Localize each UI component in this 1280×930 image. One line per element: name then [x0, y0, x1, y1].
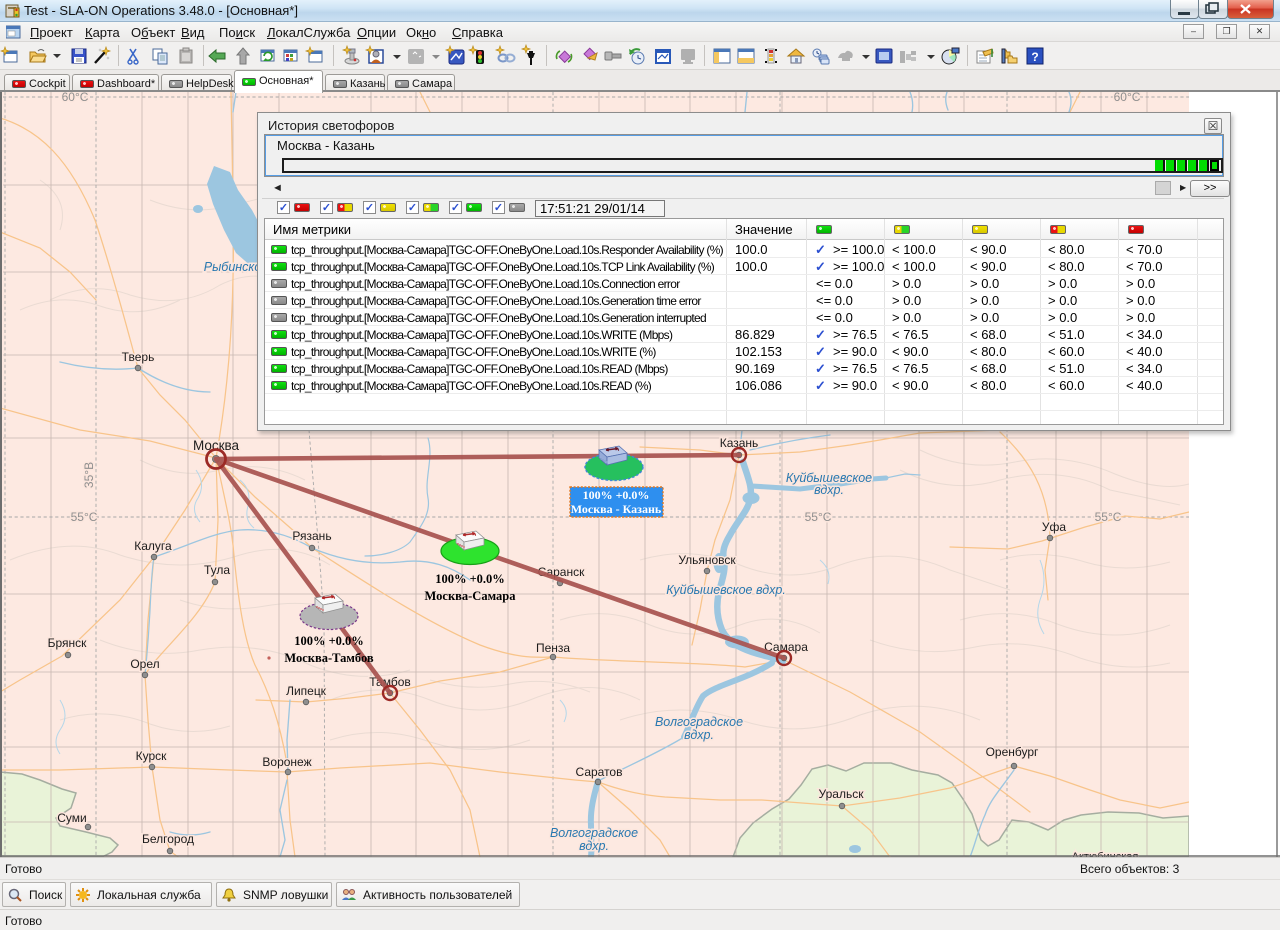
svg-text:Орел: Орел [130, 657, 159, 671]
svg-text:Калуга: Калуга [134, 539, 172, 553]
svg-text:55°С: 55°С [805, 510, 832, 524]
svg-text:Уральск: Уральск [819, 787, 865, 801]
svg-text:Москва - Казань: Москва - Казань [571, 502, 662, 516]
svg-text:60°С: 60°С [62, 92, 89, 104]
svg-text:вдхр.: вдхр. [684, 728, 714, 742]
svg-text:Липецк: Липецк [286, 684, 327, 698]
svg-text:Волгоградское: Волгоградское [655, 715, 743, 729]
svg-text:Ульяновск: Ульяновск [678, 553, 736, 567]
svg-text:35°В: 35°В [82, 462, 96, 488]
svg-text:Белгород: Белгород [142, 832, 194, 846]
svg-text:вдхр.: вдхр. [579, 839, 609, 853]
svg-text:Суми: Суми [57, 811, 86, 825]
svg-text:вдхр.: вдхр. [814, 483, 844, 497]
svg-text:100% +0.0%: 100% +0.0% [435, 572, 505, 586]
svg-text:Тверь: Тверь [122, 350, 155, 364]
svg-text:Волгоградское: Волгоградское [550, 826, 638, 840]
svg-text:Пенза: Пенза [536, 641, 570, 655]
svg-text:Москва-Самара: Москва-Самара [425, 589, 517, 603]
svg-text:100% +0.0%: 100% +0.0% [294, 634, 364, 648]
svg-text:?: ? [1031, 50, 1038, 64]
svg-text:Москва-Тамбов: Москва-Тамбов [284, 651, 374, 665]
svg-text:60°С: 60°С [1114, 92, 1141, 104]
svg-text:Брянск: Брянск [48, 636, 88, 650]
svg-text:Тула: Тула [204, 563, 230, 577]
svg-text:Саратов: Саратов [576, 765, 623, 779]
svg-text:Курск: Курск [136, 749, 168, 763]
svg-text:Куйбышевское вдхр.: Куйбышевское вдхр. [666, 583, 786, 597]
svg-text:55°С: 55°С [1095, 510, 1122, 524]
svg-text:Оренбург: Оренбург [986, 745, 1039, 759]
svg-text:Уфа: Уфа [1042, 520, 1066, 534]
svg-text:Воронеж: Воронеж [262, 755, 311, 769]
svg-text:Рязань: Рязань [292, 529, 331, 543]
svg-text:55°С: 55°С [71, 510, 98, 524]
svg-text:100% +0.0%: 100% +0.0% [583, 488, 650, 502]
